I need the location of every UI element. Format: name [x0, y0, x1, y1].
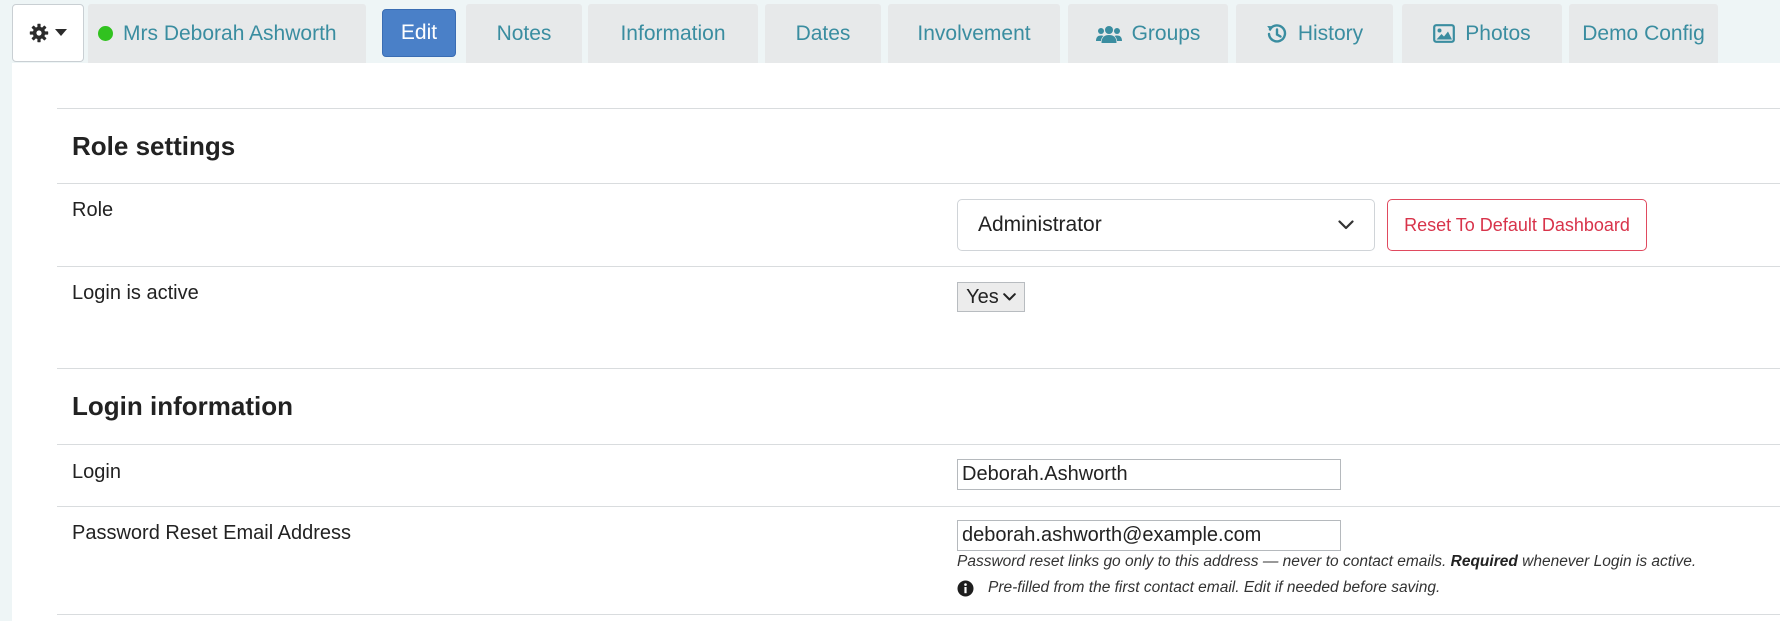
tab-edit[interactable]: Edit	[382, 9, 456, 57]
password-reset-email-input[interactable]	[957, 520, 1341, 551]
login-information-title: Login information	[72, 391, 293, 421]
login-label: Login	[72, 461, 121, 483]
tab-involvement[interactable]: Involvement	[888, 4, 1060, 63]
contact-name: Mrs Deborah Ashworth	[123, 21, 337, 45]
status-online-dot	[98, 26, 113, 41]
edit-form: Role settings Role Administrator Reset T…	[57, 63, 1780, 621]
login-active-value: Yes	[966, 285, 999, 308]
tab-history[interactable]: History	[1236, 4, 1393, 63]
role-settings-title: Role settings	[72, 131, 236, 161]
email-help-part1: Password reset links go only to this add…	[957, 553, 1451, 570]
login-active-select[interactable]: Yes	[957, 282, 1025, 312]
tab-notes[interactable]: Notes	[466, 4, 582, 63]
tab-demo-config[interactable]: Demo Config	[1569, 4, 1718, 63]
chevron-down-icon	[1003, 293, 1016, 301]
history-icon	[1267, 23, 1286, 43]
divider	[57, 183, 1780, 184]
tab-demo-config-label: Demo Config	[1582, 21, 1705, 45]
tab-groups[interactable]: Groups	[1068, 4, 1228, 63]
login-active-label: Login is active	[72, 282, 199, 304]
image-icon	[1433, 24, 1456, 43]
role-label: Role	[72, 199, 114, 221]
divider	[57, 368, 1780, 369]
divider	[57, 506, 1780, 507]
edit-panel: Role settings Role Administrator Reset T…	[12, 63, 1780, 621]
email-info-text: Pre-filled from the first contact email.…	[988, 579, 1441, 596]
actions-menu-button[interactable]	[12, 4, 84, 62]
email-help-part2: whenever Login is active.	[1517, 553, 1697, 570]
tab-dates-label: Dates	[795, 21, 851, 45]
divider	[57, 444, 1780, 445]
tab-information-label: Information	[620, 21, 726, 45]
tab-photos[interactable]: Photos	[1402, 4, 1562, 63]
tab-history-label: History	[1297, 21, 1364, 45]
info-icon	[957, 580, 974, 596]
divider	[57, 614, 1780, 615]
divider	[57, 266, 1780, 267]
tab-information[interactable]: Information	[588, 4, 758, 63]
role-select-value: Administrator	[978, 213, 1102, 236]
contact-name-tab[interactable]: Mrs Deborah Ashworth	[88, 4, 366, 63]
caret-down-icon	[55, 29, 67, 36]
email-help-text: Password reset links go only to this add…	[957, 553, 1696, 571]
login-input[interactable]	[957, 459, 1341, 490]
tab-involvement-label: Involvement	[917, 21, 1031, 45]
email-label: Password Reset Email Address	[72, 522, 352, 544]
role-select[interactable]: Administrator	[957, 199, 1375, 251]
tab-photos-label: Photos	[1465, 21, 1531, 45]
chevron-down-icon	[1338, 220, 1354, 230]
gear-icon	[29, 23, 49, 43]
tab-bar: Mrs Deborah Ashworth Edit Notes Informat…	[0, 0, 1780, 64]
email-help-required: Required	[1450, 553, 1518, 570]
divider	[57, 108, 1780, 109]
reset-dashboard-button[interactable]: Reset To Default Dashboard	[1387, 199, 1647, 251]
users-icon	[1095, 25, 1122, 43]
tab-edit-label: Edit	[400, 21, 438, 44]
email-info-note: Pre-filled from the first contact email.…	[957, 579, 1440, 597]
tab-dates[interactable]: Dates	[765, 4, 881, 63]
tab-notes-label: Notes	[496, 21, 552, 45]
tab-groups-label: Groups	[1131, 21, 1201, 45]
